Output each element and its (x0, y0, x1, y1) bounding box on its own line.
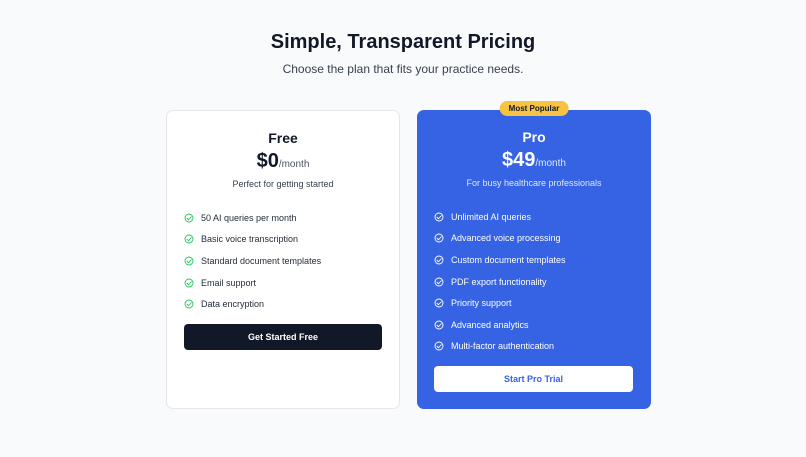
feature-list: 50 AI queries per month Basic voice tran… (184, 207, 321, 315)
page-subtitle: Choose the plan that fits your practice … (282, 62, 524, 76)
feature-label: Unlimited AI queries (451, 211, 532, 222)
check-circle-icon (184, 213, 194, 223)
plan-tagline: For busy healthcare professionals (466, 178, 602, 188)
feature-list: Unlimited AI queries Advanced voice proc… (434, 206, 566, 357)
check-circle-icon (184, 234, 194, 244)
plan-period: /month (535, 158, 566, 169)
check-circle-icon (184, 256, 194, 266)
feature-label: 50 AI queries per month (201, 212, 297, 223)
feature-label: Priority support (451, 298, 512, 309)
feature-item: Basic voice transcription (184, 229, 321, 251)
start-pro-trial-button[interactable]: Start Pro Trial (434, 366, 633, 392)
plan-card-free: Free $0/month Perfect for getting starte… (166, 110, 400, 409)
feature-label: Advanced voice processing (451, 233, 561, 244)
feature-item: Email support (184, 272, 321, 294)
feature-item: Advanced analytics (434, 314, 566, 336)
plan-price: $0 (256, 150, 279, 172)
check-circle-icon (184, 278, 194, 288)
check-circle-icon (434, 341, 444, 351)
feature-item: Unlimited AI queries (434, 206, 566, 228)
feature-label: PDF export functionality (451, 276, 547, 287)
feature-label: Basic voice transcription (201, 234, 299, 245)
check-circle-icon (434, 233, 444, 243)
feature-label: Email support (201, 277, 257, 288)
most-popular-badge: Most Popular (499, 101, 569, 116)
feature-item: PDF export functionality (434, 271, 566, 293)
feature-item: Multi-factor authentication (434, 336, 566, 358)
plan-price: $49 (502, 149, 536, 171)
plan-period: /month (278, 159, 310, 170)
check-circle-icon (434, 298, 444, 308)
price-row: $49/month (417, 149, 651, 172)
plan-card-pro: Most Popular Pro $49/month For busy heal… (417, 101, 651, 409)
plan-name: Pro (522, 129, 546, 145)
pricing-page: Simple, Transparent Pricing Choose the p… (0, 0, 806, 457)
feature-item: Standard document templates (184, 250, 321, 272)
check-circle-icon (434, 212, 444, 222)
plan-tagline: Perfect for getting started (232, 179, 334, 189)
feature-label: Multi-factor authentication (451, 341, 555, 352)
plan-name: Free (268, 130, 298, 146)
feature-label: Advanced analytics (451, 319, 529, 330)
check-circle-icon (434, 277, 444, 287)
feature-item: Priority support (434, 292, 566, 314)
feature-label: Standard document templates (201, 255, 322, 266)
check-circle-icon (184, 299, 194, 309)
feature-item: Advanced voice processing (434, 228, 566, 250)
feature-item: Custom document templates (434, 249, 566, 271)
check-circle-icon (434, 320, 444, 330)
get-started-free-button[interactable]: Get Started Free (184, 324, 382, 350)
feature-label: Data encryption (201, 299, 265, 310)
price-row: $0/month (167, 150, 399, 173)
feature-item: 50 AI queries per month (184, 207, 321, 229)
feature-label: Custom document templates (451, 254, 566, 265)
check-circle-icon (434, 255, 444, 265)
feature-item: Data encryption (184, 293, 321, 315)
page-title: Simple, Transparent Pricing (270, 31, 536, 53)
